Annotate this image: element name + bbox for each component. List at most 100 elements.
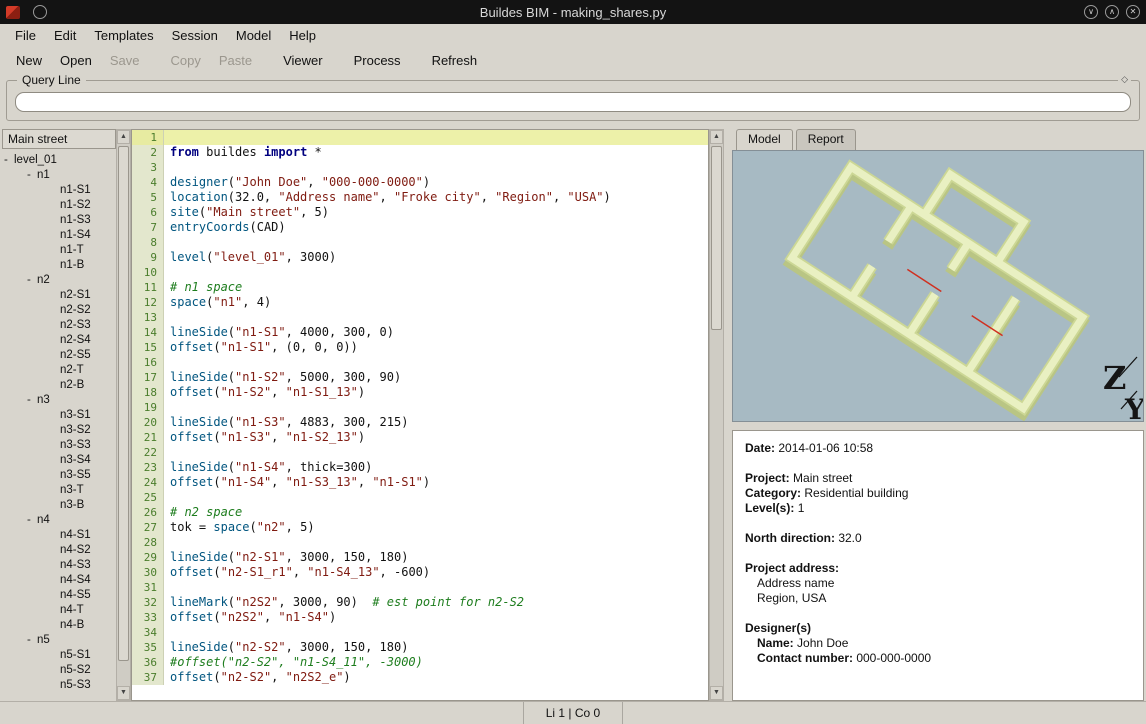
editor-line[interactable]: 7entryCoords(CAD) [132,220,708,235]
editor-line[interactable]: 28 [132,535,708,550]
collapse-icon[interactable]: - [4,153,14,168]
tree-item-n3-t[interactable]: n3-T [2,483,116,498]
tree-item-n1-s2[interactable]: n1-S2 [2,198,116,213]
editor-line[interactable]: 29lineSide("n2-S1", 3000, 150, 180) [132,550,708,565]
process-button[interactable]: Process [346,50,409,71]
editor-line[interactable]: 33offset("n2S2", "n1-S4") [132,610,708,625]
tree-scrollbar[interactable]: ▲ ▼ [116,129,131,701]
tree-item-n3-s3[interactable]: n3-S3 [2,438,116,453]
scroll-down-icon[interactable]: ▼ [710,686,723,700]
viewer-button[interactable]: Viewer [275,50,331,71]
new-button[interactable]: New [8,50,50,71]
editor-line[interactable]: 18offset("n1-S2", "n1-S1_13") [132,385,708,400]
tree-item-n2[interactable]: -n2 [2,273,116,288]
editor-line[interactable]: 12space("n1", 4) [132,295,708,310]
tree-item-n3-b[interactable]: n3-B [2,498,116,513]
editor-line[interactable]: 26# n2 space [132,505,708,520]
tree-item-n2-s2[interactable]: n2-S2 [2,303,116,318]
tree-item-n5-s3[interactable]: n5-S3 [2,678,116,693]
editor-line[interactable]: 14lineSide("n1-S1", 4000, 300, 0) [132,325,708,340]
editor-line[interactable]: 2from buildes import * [132,145,708,160]
editor-line[interactable]: 8 [132,235,708,250]
editor-line[interactable]: 20lineSide("n1-S3", 4883, 300, 215) [132,415,708,430]
menu-item-help[interactable]: Help [280,26,325,45]
tree-item-n1[interactable]: -n1 [2,168,116,183]
tree-item-n4[interactable]: -n4 [2,513,116,528]
code-editor[interactable]: 12from buildes import *34designer("John … [131,129,709,701]
editor-line[interactable]: 22 [132,445,708,460]
tree-item-n3-s1[interactable]: n3-S1 [2,408,116,423]
editor-line[interactable]: 13 [132,310,708,325]
editor-line[interactable]: 36#offset("n2-S2", "n1-S4_11", -3000) [132,655,708,670]
editor-line[interactable]: 32lineMark("n2S2", 3000, 90) # est point… [132,595,708,610]
tree-item-n1-s3[interactable]: n1-S3 [2,213,116,228]
tree-item-level_01[interactable]: -level_01 [2,153,116,168]
editor-line[interactable]: 19 [132,400,708,415]
editor-line[interactable]: 3 [132,160,708,175]
maximize-button[interactable]: ∧ [1105,5,1119,19]
editor-line[interactable]: 27tok = space("n2", 5) [132,520,708,535]
tree-item-n2-s3[interactable]: n2-S3 [2,318,116,333]
refresh-button[interactable]: Refresh [424,50,486,71]
tree-item-n1-s4[interactable]: n1-S4 [2,228,116,243]
editor-scroll-thumb[interactable] [711,146,722,330]
tree-item-n4-s4[interactable]: n4-S4 [2,573,116,588]
window-menu-button[interactable] [33,5,47,19]
tree-item-n1-s1[interactable]: n1-S1 [2,183,116,198]
collapse-icon[interactable]: - [27,168,37,183]
tree-item-n2-b[interactable]: n2-B [2,378,116,393]
menu-item-file[interactable]: File [6,26,45,45]
tree-item-n4-s5[interactable]: n4-S5 [2,588,116,603]
tab-model[interactable]: Model [736,129,793,150]
tree-item-n5-s2[interactable]: n5-S2 [2,663,116,678]
tree-item-n4-s3[interactable]: n4-S3 [2,558,116,573]
editor-line[interactable]: 31 [132,580,708,595]
tab-report[interactable]: Report [796,129,856,150]
collapse-icon[interactable]: - [27,393,37,408]
tree-item-n2-t[interactable]: n2-T [2,363,116,378]
editor-line[interactable]: 5location(32.0, "Address name", "Froke c… [132,190,708,205]
menu-item-templates[interactable]: Templates [85,26,162,45]
tree-item-n4-b[interactable]: n4-B [2,618,116,633]
editor-line[interactable]: 11# n1 space [132,280,708,295]
model-viewport[interactable]: Z Y [732,150,1144,422]
editor-line[interactable]: 10 [132,265,708,280]
query-input[interactable] [15,92,1131,112]
editor-line[interactable]: 35lineSide("n2-S2", 3000, 150, 180) [132,640,708,655]
tree-item-n2-s5[interactable]: n2-S5 [2,348,116,363]
menu-item-session[interactable]: Session [163,26,227,45]
tree-item-n1-t[interactable]: n1-T [2,243,116,258]
editor-line[interactable]: 4designer("John Doe", "000-000-0000") [132,175,708,190]
editor-scroll-track[interactable] [710,144,723,686]
open-button[interactable]: Open [52,50,100,71]
tree-scroll-track[interactable] [117,144,130,686]
editor-line[interactable]: 1 [132,130,708,145]
editor-line[interactable]: 37offset("n2-S2", "n2S2_e") [132,670,708,685]
close-button[interactable]: ✕ [1126,5,1140,19]
tree-item-n3-s4[interactable]: n3-S4 [2,453,116,468]
editor-line[interactable]: 23lineSide("n1-S4", thick=300) [132,460,708,475]
tree-item-n2-s1[interactable]: n2-S1 [2,288,116,303]
editor-line[interactable]: 30offset("n2-S1_r1", "n1-S4_13", -600) [132,565,708,580]
tree-header[interactable]: Main street [2,129,116,149]
scroll-down-icon[interactable]: ▼ [117,686,130,700]
tree-item-n3-s2[interactable]: n3-S2 [2,423,116,438]
tree-item-n4-s1[interactable]: n4-S1 [2,528,116,543]
tree-item-n5[interactable]: -n5 [2,633,116,648]
editor-line[interactable]: 21offset("n1-S3", "n1-S2_13") [132,430,708,445]
collapse-icon[interactable]: - [27,273,37,288]
editor-scrollbar[interactable]: ▲ ▼ [709,129,724,701]
editor-line[interactable]: 34 [132,625,708,640]
tree-item-n4-s2[interactable]: n4-S2 [2,543,116,558]
minimize-button[interactable]: ∨ [1084,5,1098,19]
editor-line[interactable]: 6site("Main street", 5) [132,205,708,220]
editor-line[interactable]: 25 [132,490,708,505]
tree-item-n2-s4[interactable]: n2-S4 [2,333,116,348]
editor-line[interactable]: 15offset("n1-S1", (0, 0, 0)) [132,340,708,355]
editor-line[interactable]: 9level("level_01", 3000) [132,250,708,265]
tree-item-n3[interactable]: -n3 [2,393,116,408]
collapse-group-icon[interactable]: ◇ [1118,74,1131,85]
tree-item-n4-t[interactable]: n4-T [2,603,116,618]
scroll-up-icon[interactable]: ▲ [117,130,130,144]
tree-scroll-thumb[interactable] [118,146,129,661]
